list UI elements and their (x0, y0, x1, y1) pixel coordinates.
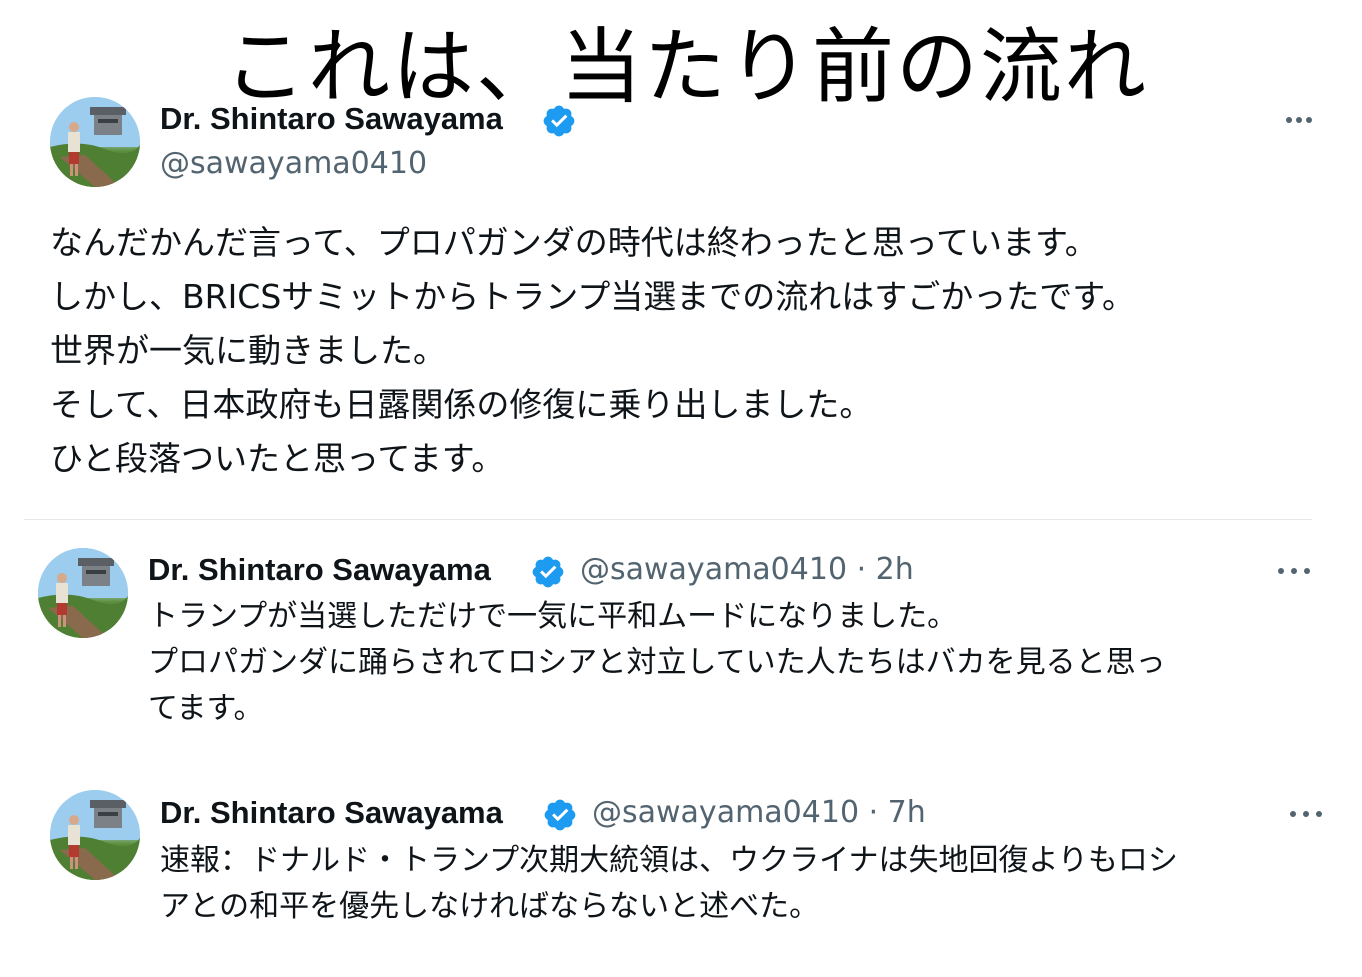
main-tweet-line: しかし、BRICSサミットからトランプ当選までの流れはすごかったです。 (50, 277, 1135, 316)
quoted-tweet-handle-time[interactable]: @sawayama0410 · 7h (592, 795, 926, 831)
main-tweet-line: 世界が一気に動きました。 (50, 331, 446, 370)
overlay-caption: これは、当たり前の流れ (224, 20, 1149, 115)
main-tweet-text: なんだかんだ言って、プロパガンダの時代は終わったと思っています。 しかし、BRI… (50, 216, 1135, 486)
quoted-tweet-line: トランプが当選しただけで一気に平和ムードになりました。 (148, 599, 958, 634)
quoted-tweet-avatar[interactable] (38, 548, 128, 638)
quoted-tweet-text: 速報：ドナルド・トランプ次期大統領は、ウクライナは失地回復よりもロシ アとの和平… (160, 838, 1178, 930)
main-tweet-line: なんだかんだ言って、プロパガンダの時代は終わったと思っています。 (50, 223, 1098, 262)
quoted-tweet-author-name[interactable]: Dr. Shintaro Sawayama (160, 795, 503, 831)
more-horizontal-icon[interactable] (1278, 565, 1310, 577)
quoted-tweet-author-name[interactable]: Dr. Shintaro Sawayama (148, 552, 491, 588)
profile-photo-icon (50, 97, 140, 187)
more-horizontal-icon[interactable] (1286, 114, 1312, 126)
quoted-tweet-line: プロパガンダに踊らされてロシアと対立していた人たちはバカを見ると思っ (148, 645, 1166, 680)
main-tweet-avatar[interactable] (50, 97, 140, 187)
quoted-tweet-line: てます。 (148, 691, 264, 726)
profile-photo-icon (38, 548, 128, 638)
quoted-tweet-line: 速報：ドナルド・トランプ次期大統領は、ウクライナは失地回復よりもロシ (160, 843, 1178, 878)
quoted-tweet-text: トランプが当選しただけで一気に平和ムードになりました。 プロパガンダに踊らされて… (148, 594, 1166, 732)
quoted-tweet-line: アとの和平を優先しなければならないと述べた。 (160, 889, 820, 924)
main-tweet-line: そして、日本政府も日露関係の修復に乗り出しました。 (50, 385, 873, 424)
main-tweet-handle[interactable]: @sawayama0410 (160, 146, 427, 182)
verified-badge-icon (544, 799, 576, 831)
quoted-tweet-handle-time[interactable]: @sawayama0410 · 2h (580, 552, 914, 588)
main-tweet-line: ひと段落ついたと思ってます。 (50, 439, 505, 478)
profile-photo-icon (50, 790, 140, 880)
quoted-tweet-avatar[interactable] (50, 790, 140, 880)
verified-badge-icon (532, 556, 564, 588)
more-horizontal-icon[interactable] (1290, 808, 1322, 820)
divider (24, 519, 1312, 520)
